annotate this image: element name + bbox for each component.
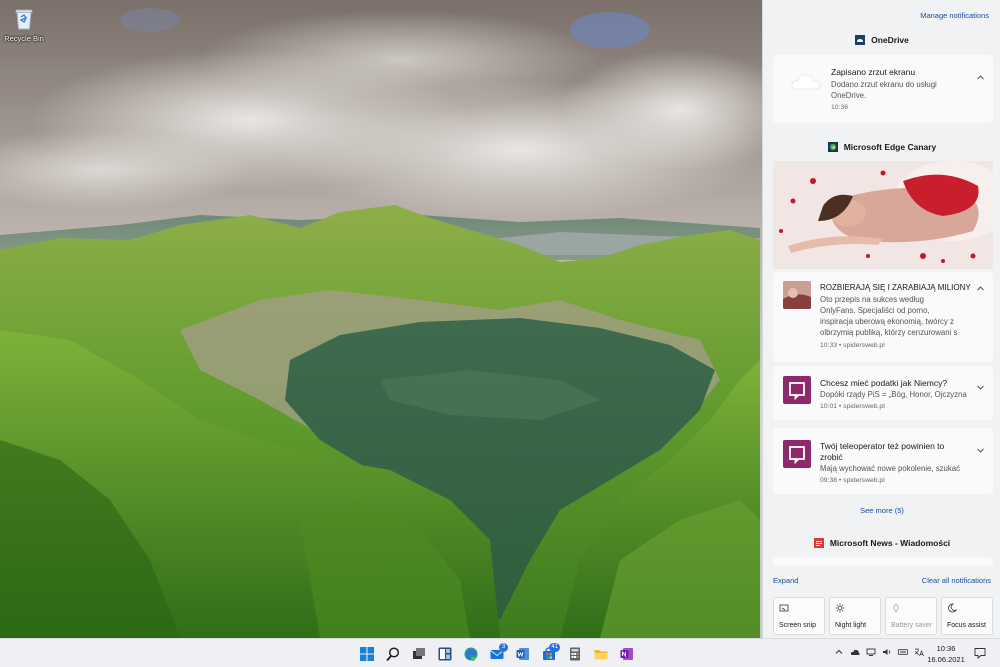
task-view-icon xyxy=(413,648,425,659)
clock-time: 10:36 xyxy=(936,644,956,653)
calculator-taskbar-button[interactable] xyxy=(564,643,586,665)
news-body-line: Mają wychować nowe pokolenie, szukać xyxy=(820,464,960,473)
notification-center: Manage notifications OneDrive Zapisano z… xyxy=(762,0,1000,638)
taskbar-clock[interactable]: 10:36 16.06.2021 xyxy=(924,643,968,665)
recycle-bin-icon xyxy=(11,6,37,32)
keyboard-icon[interactable] xyxy=(898,647,908,657)
see-more-link[interactable]: See more (5) xyxy=(763,506,1000,515)
system-tray xyxy=(834,647,924,657)
news-meta: 10:01 • spidersweb.pl xyxy=(820,403,885,410)
chevron-down-icon[interactable] xyxy=(976,383,985,392)
news-app-name: Microsoft News - Wiadomości xyxy=(829,538,951,548)
news-thumbnail xyxy=(783,281,811,309)
news-group-header: Microsoft News - Wiadomości xyxy=(763,538,1000,548)
focus-assist-tile[interactable]: Focus assist xyxy=(941,597,993,635)
language-icon[interactable] xyxy=(914,647,924,657)
store-taskbar-button[interactable]: 41 xyxy=(538,643,560,665)
battery-saver-tile[interactable]: Battery saver xyxy=(885,597,937,635)
notification-time: 10:36 xyxy=(831,104,849,111)
microsoft-news-icon xyxy=(813,538,824,548)
news-meta: 10:33 • spidersweb.pl xyxy=(820,342,885,349)
chevron-up-icon[interactable] xyxy=(976,284,985,293)
file-explorer-icon xyxy=(594,650,608,660)
onenote-icon xyxy=(620,648,633,660)
news-title: zrobić xyxy=(820,452,843,462)
onedrive-group-header: OneDrive xyxy=(763,35,1000,45)
focus-assist-icon xyxy=(948,603,957,613)
cloud-icon xyxy=(791,73,821,93)
file-explorer-taskbar-button[interactable] xyxy=(590,643,612,665)
quick-actions: Screen snip Night light Battery saver Fo… xyxy=(773,597,993,635)
tile-label: Focus assist xyxy=(947,622,986,629)
notification-body-line: OneDrive. xyxy=(831,91,867,100)
search-button[interactable] xyxy=(382,643,404,665)
network-icon[interactable] xyxy=(866,647,876,657)
edge-icon xyxy=(464,647,478,661)
edge-taskbar-button[interactable] xyxy=(460,643,482,665)
tile-label: Battery saver xyxy=(891,622,933,629)
volume-icon[interactable] xyxy=(882,647,892,657)
mail-taskbar-button[interactable]: 3 xyxy=(486,643,508,665)
onedrive-notification[interactable]: Zapisano zrzut ekranu Dodano zrzut ekran… xyxy=(773,55,993,123)
recycle-bin-shortcut[interactable]: Recycle Bin xyxy=(4,6,44,43)
screen-snip-icon xyxy=(779,604,789,612)
spidersweb-icon xyxy=(783,376,811,404)
manage-notifications-link[interactable]: Manage notifications xyxy=(920,11,989,20)
news-meta: 09:38 • spidersweb.pl xyxy=(820,477,885,484)
news-item[interactable]: Twój teleoperator też powinien to zrobić… xyxy=(773,428,993,494)
edge-app-name: Microsoft Edge Canary xyxy=(843,142,937,152)
expand-link[interactable]: Expand xyxy=(773,576,798,585)
battery-saver-icon xyxy=(893,603,899,613)
tile-label: Night light xyxy=(835,622,867,629)
taskbar-apps: 3 41 xyxy=(356,643,638,665)
clear-all-link[interactable]: Clear all notifications xyxy=(922,576,991,585)
widgets-button[interactable] xyxy=(434,643,456,665)
tile-label: Screen snip xyxy=(779,622,816,629)
news-title: ROZBIERAJĄ SIĘ I ZARABIAJĄ MILIONY xyxy=(820,283,971,292)
search-icon xyxy=(386,647,400,662)
taskbar: 3 41 10:36 16.06.2021 xyxy=(0,638,1000,667)
news-title: Chcesz mieć podatki jak Niemcy? xyxy=(820,378,948,388)
news-card-peek xyxy=(773,557,993,565)
news-hero-image[interactable] xyxy=(773,161,993,269)
news-item[interactable]: ROZBIERAJĄ SIĘ I ZARABIAJĄ MILIONY Oto p… xyxy=(773,272,993,362)
widgets-icon xyxy=(438,647,452,661)
onedrive-icon xyxy=(855,35,866,45)
clock-date: 16.06.2021 xyxy=(927,655,965,664)
edge-canary-icon xyxy=(827,142,838,152)
screen-snip-tile[interactable]: Screen snip xyxy=(773,597,825,635)
onedrive-tray-icon[interactable] xyxy=(850,647,860,657)
onedrive-app-name: OneDrive xyxy=(871,35,909,45)
task-view-button[interactable] xyxy=(408,643,430,665)
chevron-down-icon[interactable] xyxy=(976,446,985,455)
notification-body-line: Dodano zrzut ekranu do usługi xyxy=(831,80,937,89)
news-body-line: OnlyFans. Specjaliści od porno, xyxy=(820,306,930,315)
panel-actions-row: Expand Clear all notifications xyxy=(773,576,991,585)
news-item[interactable]: Chcesz mieć podatki jak Niemcy? Dopóki r… xyxy=(773,366,993,420)
edge-group-header: Microsoft Edge Canary xyxy=(763,142,1000,152)
word-icon xyxy=(516,648,529,660)
news-body-line: Dopóki rządy PiS = „Bóg, Honor, Ojczyzna xyxy=(820,390,967,399)
chevron-up-icon[interactable] xyxy=(834,647,844,657)
store-badge: 41 xyxy=(549,643,560,652)
night-light-tile[interactable]: Night light xyxy=(829,597,881,635)
night-light-icon xyxy=(835,603,845,613)
news-body-line: olbrzymią publiką, którzy cenzurowani s xyxy=(820,328,958,337)
mail-badge: 3 xyxy=(499,643,508,652)
word-taskbar-button[interactable] xyxy=(512,643,534,665)
notification-title: Zapisano zrzut ekranu xyxy=(831,67,916,77)
start-button[interactable] xyxy=(356,643,378,665)
news-body-line: inspiracja uberową ekonomią, twórcy z xyxy=(820,317,954,326)
recycle-bin-label: Recycle Bin xyxy=(4,34,44,43)
news-body-line: Oto przepis na sukces według xyxy=(820,295,925,304)
news-title: Twój teleoperator też powinien to xyxy=(820,441,945,451)
calculator-icon xyxy=(570,647,580,661)
notifications-icon[interactable] xyxy=(974,647,986,659)
windows-start-icon xyxy=(360,647,374,661)
onenote-taskbar-button[interactable] xyxy=(616,643,638,665)
spidersweb-icon xyxy=(783,440,811,468)
chevron-up-icon[interactable] xyxy=(976,73,985,82)
